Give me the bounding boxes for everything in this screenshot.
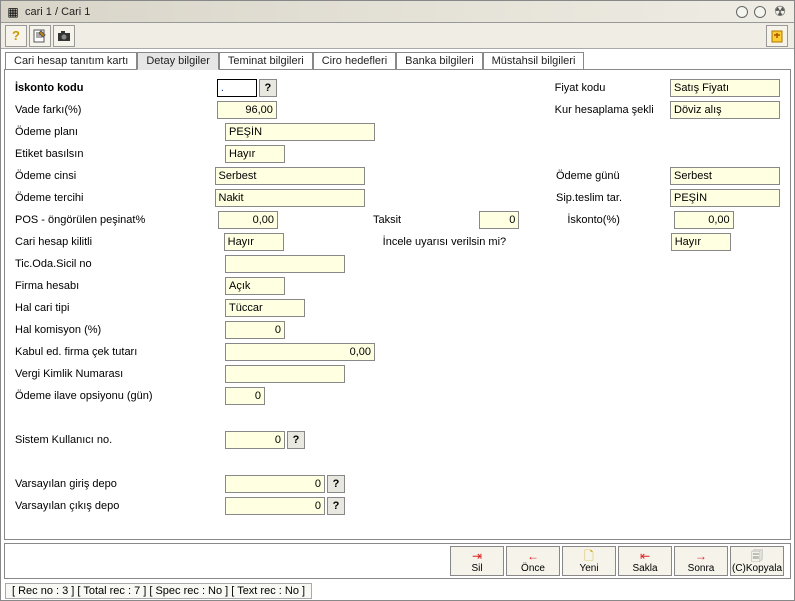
input-odeme-cinsi[interactable] [215, 167, 365, 185]
tool-button-3[interactable] [53, 25, 75, 47]
input-taksit[interactable] [479, 211, 519, 229]
status-text: [ Rec no : 3 ] [ Total rec : 7 ] [ Spec … [5, 583, 312, 599]
input-vade-farki[interactable] [217, 101, 277, 119]
input-tic-oda[interactable] [225, 255, 345, 273]
camera-icon [57, 29, 71, 43]
tool-button-2[interactable] [29, 25, 51, 47]
tab-banka[interactable]: Banka bilgileri [396, 52, 482, 70]
arrow-left-icon: ← [527, 549, 539, 563]
lookup-varsayilan-giris[interactable]: ? [327, 475, 345, 493]
save-button[interactable]: ⇤ Sakla [618, 546, 672, 576]
statusbar: [ Rec no : 3 ] [ Total rec : 7 ] [ Spec … [1, 582, 794, 600]
label-odeme-plani: Ödeme planı [15, 126, 225, 138]
lookup-iskonto-kodu[interactable]: ? [259, 79, 277, 97]
next-button[interactable]: → Sonra [674, 546, 728, 576]
input-etiket-basilsin[interactable] [225, 145, 285, 163]
save-icon: ⇤ [640, 549, 650, 563]
input-odeme-plani[interactable] [225, 123, 375, 141]
label-odeme-cinsi: Ödeme cinsi [15, 170, 215, 182]
input-varsayilan-cikis[interactable] [225, 497, 325, 515]
label-pos-pesinat: POS - öngörülen peşinat% [15, 214, 218, 226]
input-vergi-kimlik[interactable] [225, 365, 345, 383]
maximize-button[interactable] [754, 6, 766, 18]
input-fiyat-kodu[interactable] [670, 79, 780, 97]
copy-icon: 🗐 [751, 549, 763, 563]
label-vade-farki: Vade farkı(%) [15, 104, 217, 116]
label-varsayilan-cikis: Varsayılan çıkış depo [15, 500, 225, 512]
lookup-varsayilan-cikis[interactable]: ? [327, 497, 345, 515]
window-title: cari 1 / Cari 1 [25, 6, 736, 18]
notepad-icon [33, 29, 47, 43]
label-fiyat-kodu: Fiyat kodu [535, 82, 670, 94]
label-varsayilan-giris: Varsayılan giriş depo [15, 478, 225, 490]
app-icon: ▦ [5, 4, 21, 20]
arrow-right-icon: → [695, 549, 707, 563]
input-odeme-tercihi[interactable] [215, 189, 365, 207]
app-window: ▦ cari 1 / Cari 1 ☢ ? Cari hesap tanıtım… [0, 0, 795, 601]
label-cari-kilitli: Cari hesap kilitli [15, 236, 224, 248]
input-iskonto-pct[interactable] [674, 211, 734, 229]
input-iskonto-kodu[interactable] [217, 79, 257, 97]
label-hal-cari-tipi: Hal cari tipi [15, 302, 225, 314]
tab-mustahsil[interactable]: Müstahsil bilgileri [483, 52, 585, 70]
tab-bar: Cari hesap tanıtım kartı Detay bilgiler … [1, 49, 794, 69]
input-firma-hesabi[interactable] [225, 277, 285, 295]
window-buttons: ☢ [736, 4, 792, 20]
label-odeme-tercihi: Ödeme tercihi [15, 192, 215, 204]
label-etiket-basilsin: Etiket basılsın [15, 148, 225, 160]
input-sip-teslim[interactable] [670, 189, 780, 207]
tab-ciro[interactable]: Ciro hedefleri [313, 52, 396, 70]
label-kabul-cek: Kabul ed. firma çek tutarı [15, 346, 225, 358]
toolbar: ? [1, 23, 794, 49]
label-taksit: Taksit [363, 214, 479, 226]
input-odeme-gunu[interactable] [670, 167, 780, 185]
close-button[interactable]: ☢ [772, 4, 788, 20]
export-icon [770, 29, 784, 43]
input-incele-uyarisi[interactable] [671, 233, 731, 251]
input-hal-cari-tipi[interactable] [225, 299, 305, 317]
form-body: İskonto kodu ? Fiyat kodu Vade farkı(%) … [4, 69, 791, 540]
input-cari-kilitli[interactable] [224, 233, 284, 251]
lookup-sistem-kullanici[interactable]: ? [287, 431, 305, 449]
tool-button-right[interactable] [766, 25, 788, 47]
help-button[interactable]: ? [5, 25, 27, 47]
tab-cari-hesap[interactable]: Cari hesap tanıtım kartı [5, 52, 137, 70]
input-hal-komisyon[interactable] [225, 321, 285, 339]
label-kur-hesaplama: Kur hesaplama şekli [535, 104, 670, 116]
minimize-button[interactable] [736, 6, 748, 18]
input-sistem-kullanici[interactable] [225, 431, 285, 449]
prev-button[interactable]: ← Önce [506, 546, 560, 576]
label-firma-hesabi: Firma hesabı [15, 280, 225, 292]
label-odeme-gunu: Ödeme günü [536, 170, 670, 182]
label-hal-komisyon: Hal komisyon (%) [15, 324, 225, 336]
label-sistem-kullanici: Sistem Kullanıcı no. [15, 434, 225, 446]
label-iskonto-kodu: İskonto kodu [15, 82, 217, 94]
label-tic-oda: Tic.Oda.Sicil no [15, 258, 225, 270]
delete-button[interactable]: ⇥ Sil [450, 546, 504, 576]
input-kabul-cek[interactable] [225, 343, 375, 361]
input-varsayilan-giris[interactable] [225, 475, 325, 493]
input-kur-hesaplama[interactable] [670, 101, 780, 119]
delete-icon: ⇥ [472, 549, 482, 563]
footer-bar: ⇥ Sil ← Önce 🗋 Yeni ⇤ Sakla → Sonra 🗐 (C… [4, 543, 791, 579]
new-button[interactable]: 🗋 Yeni [562, 546, 616, 576]
label-iskonto-pct: İskonto(%) [537, 214, 673, 226]
new-page-icon: 🗋 [584, 549, 594, 563]
label-incele-uyarisi: İncele uyarısı verilsin mi? [373, 236, 552, 248]
input-pos-pesinat[interactable] [218, 211, 278, 229]
input-odeme-ilave[interactable] [225, 387, 265, 405]
label-odeme-ilave: Ödeme ilave opsiyonu (gün) [15, 390, 225, 402]
label-vergi-kimlik: Vergi Kimlik Numarası [15, 368, 225, 380]
tab-teminat[interactable]: Teminat bilgileri [219, 52, 313, 70]
copy-button[interactable]: 🗐 (C)Kopyala [730, 546, 784, 576]
tab-detay-bilgiler[interactable]: Detay bilgiler [137, 52, 219, 70]
label-sip-teslim: Sip.teslim tar. [536, 192, 670, 204]
titlebar: ▦ cari 1 / Cari 1 ☢ [1, 1, 794, 23]
